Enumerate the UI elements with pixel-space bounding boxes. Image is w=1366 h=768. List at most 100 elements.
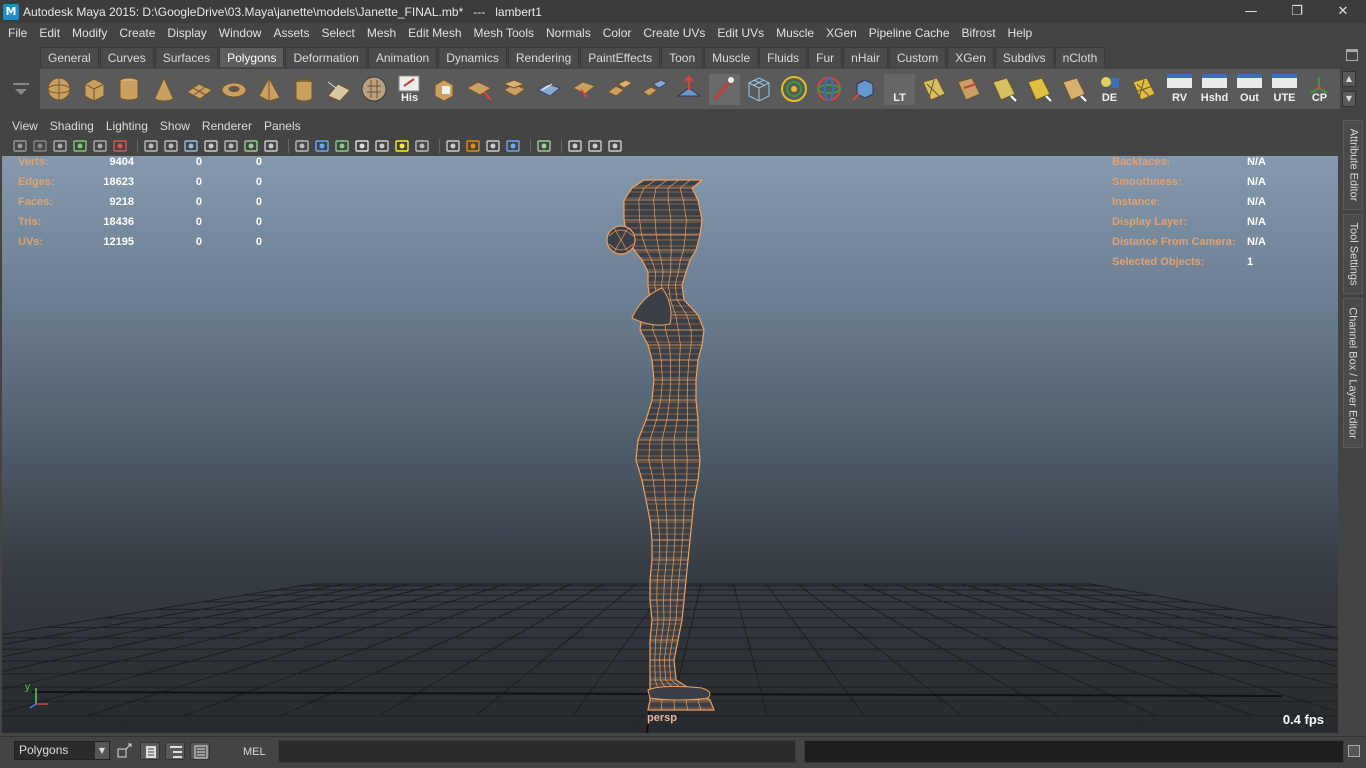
extract-icon[interactable] [499, 74, 530, 105]
poly-pipe-icon[interactable] [289, 74, 320, 105]
tab-attribute-editor[interactable]: Attribute Editor [1343, 120, 1363, 210]
tab-tool-settings[interactable]: Tool Settings [1343, 214, 1363, 294]
camera-attributes-icon[interactable] [32, 138, 48, 154]
grease-pencil-icon[interactable] [112, 138, 128, 154]
out-icon[interactable]: Out [1234, 73, 1265, 105]
separate-icon[interactable] [464, 74, 495, 105]
isolate-select-icon[interactable] [536, 138, 552, 154]
script-language-label[interactable]: MEL [243, 746, 266, 758]
hshd-icon[interactable]: Hshd [1199, 73, 1230, 105]
motion-blur-icon[interactable] [465, 138, 481, 154]
lt-icon[interactable]: LT [884, 73, 915, 105]
depth-of-field-icon[interactable] [485, 138, 501, 154]
panel-menu-view[interactable]: View [6, 119, 44, 133]
use-all-lights-icon[interactable] [394, 138, 410, 154]
menu-set-select[interactable]: Polygons ▼ [14, 741, 110, 760]
uv-cut-icon[interactable] [989, 74, 1020, 105]
smooth-shade-icon[interactable] [183, 138, 199, 154]
soccer-ball-icon[interactable] [359, 74, 390, 105]
paint-tool-icon[interactable] [709, 73, 740, 105]
command-input[interactable] [278, 740, 796, 763]
ambient-occlusion-icon[interactable] [445, 138, 461, 154]
bounding-box-icon[interactable] [223, 138, 239, 154]
uv-layout-icon[interactable] [919, 74, 950, 105]
shelf-tab-nhair[interactable]: nHair [843, 47, 888, 67]
rotate-manip-icon[interactable] [814, 74, 845, 105]
combine-icon[interactable] [429, 74, 460, 105]
menu-create-uvs[interactable]: Create UVs [637, 26, 711, 40]
shelf-tab-dynamics[interactable]: Dynamics [438, 47, 507, 67]
move-object-icon[interactable] [849, 74, 880, 105]
menu-normals[interactable]: Normals [540, 26, 597, 40]
target-weld-icon[interactable] [779, 74, 810, 105]
menu-edit[interactable]: Edit [33, 26, 66, 40]
xray-icon[interactable] [354, 138, 370, 154]
wireframe-icon[interactable] [143, 138, 159, 154]
camera-gate-icon[interactable] [587, 138, 603, 154]
shadows-icon[interactable] [414, 138, 430, 154]
de-icon[interactable]: DE [1094, 74, 1125, 105]
wireframe-on-shaded-icon[interactable] [334, 138, 350, 154]
tab-channel-box[interactable]: Channel Box / Layer Editor [1343, 298, 1363, 448]
uv-snapshot-icon[interactable] [1129, 74, 1160, 105]
poly-plane-icon[interactable] [184, 74, 215, 105]
script-editor-button-icon[interactable] [1348, 745, 1360, 757]
bridge-icon[interactable] [639, 74, 670, 105]
channel-list-icon[interactable] [190, 742, 210, 760]
poly-cube-icon[interactable] [79, 74, 110, 105]
textured-icon[interactable] [314, 138, 330, 154]
flat-shade-icon[interactable] [203, 138, 219, 154]
menu-assets[interactable]: Assets [267, 26, 315, 40]
menu-modify[interactable]: Modify [66, 26, 113, 40]
menu-color[interactable]: Color [597, 26, 638, 40]
panel-menu-lighting[interactable]: Lighting [100, 119, 154, 133]
two-d-pan-zoom-icon[interactable] [92, 138, 108, 154]
menu-select[interactable]: Select [315, 26, 360, 40]
poly-pyramid-icon[interactable] [254, 74, 285, 105]
shelf-tab-custom[interactable]: Custom [888, 47, 947, 67]
viewport-3d[interactable]: y Verts: 9404 0 0 Edges: 18623 0 0 Faces: 9218 0 0 T… [2, 156, 1338, 733]
cp-icon[interactable]: CP [1304, 74, 1335, 105]
menu-edit-uvs[interactable]: Edit UVs [711, 26, 770, 40]
menu-mesh[interactable]: Mesh [361, 26, 402, 40]
uv-move-sew-icon[interactable] [1059, 74, 1090, 105]
bookmarks-icon[interactable] [52, 138, 68, 154]
scroll-up-icon[interactable]: ▲ [1342, 71, 1356, 87]
smooth-icon[interactable] [534, 74, 565, 105]
script-editor-icon[interactable] [140, 742, 160, 760]
uv-sew-icon[interactable] [1024, 74, 1055, 105]
backface-icon[interactable] [374, 138, 390, 154]
menu-help[interactable]: Help [1002, 26, 1039, 40]
image-plane-icon[interactable] [72, 138, 88, 154]
manipulator-icon[interactable] [607, 138, 623, 154]
uv-unfold-icon[interactable] [954, 74, 985, 105]
history-icon[interactable]: His [394, 74, 425, 105]
mirror-geometry-icon[interactable] [569, 74, 600, 105]
shelf-tab-fluids[interactable]: Fluids [759, 47, 808, 67]
menu-bifrost[interactable]: Bifrost [956, 26, 1002, 40]
panel-menu-renderer[interactable]: Renderer [196, 119, 258, 133]
shelf-grip-handle[interactable] [8, 49, 34, 109]
select-camera-icon[interactable] [12, 138, 28, 154]
menu-muscle[interactable]: Muscle [770, 26, 820, 40]
bevel-icon[interactable] [604, 74, 635, 105]
menu-window[interactable]: Window [213, 26, 268, 40]
poly-helix-icon[interactable] [324, 74, 355, 105]
menu-create[interactable]: Create [113, 26, 161, 40]
menu-file[interactable]: File [2, 26, 33, 40]
scroll-down-icon[interactable]: ▼ [1342, 91, 1356, 107]
panel-menu-show[interactable]: Show [154, 119, 196, 133]
wireframe-cube-icon[interactable] [744, 74, 775, 105]
shelf-tab-xgen[interactable]: XGen [947, 47, 994, 67]
menu-display[interactable]: Display [161, 26, 212, 40]
ute-icon[interactable]: UTE [1269, 73, 1300, 105]
poly-cylinder-icon[interactable] [114, 74, 145, 105]
panel-menu-shading[interactable]: Shading [44, 119, 100, 133]
shelf-tab-ncloth[interactable]: nCloth [1054, 47, 1106, 67]
trash-icon[interactable] [1346, 49, 1358, 61]
poly-sphere-icon[interactable] [44, 74, 75, 105]
shelf-tab-fur[interactable]: Fur [808, 47, 843, 67]
poly-torus-icon[interactable] [219, 74, 250, 105]
shelf-tab-toon[interactable]: Toon [661, 47, 704, 67]
menu-xgen[interactable]: XGen [820, 26, 863, 40]
